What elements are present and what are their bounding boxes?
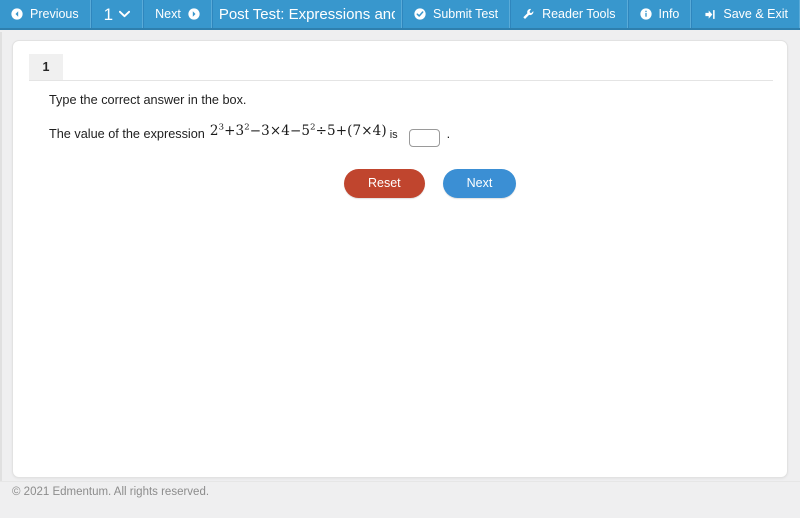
expr-term: 32 bbox=[235, 122, 250, 139]
sentence-middle: is bbox=[389, 129, 398, 141]
sentence-prefix: The value of the expression bbox=[49, 127, 205, 141]
test-title: Post Test: Expressions and Equ bbox=[211, 0, 402, 28]
info-circle-icon bbox=[639, 8, 652, 20]
footer-copyright: © 2021 Edmentum. All rights reserved. bbox=[12, 486, 210, 498]
expr-op: − bbox=[289, 123, 302, 139]
circle-arrow-left-icon bbox=[11, 8, 23, 20]
expr-op: × bbox=[269, 123, 282, 139]
expr-op: + bbox=[335, 123, 348, 139]
expr-term: 3 bbox=[261, 123, 270, 139]
circle-arrow-right-icon bbox=[188, 8, 200, 20]
expr-term: 23 bbox=[209, 122, 225, 139]
previous-label: Previous bbox=[30, 7, 79, 21]
expr-term: 5 bbox=[327, 123, 336, 139]
expr-op: − bbox=[249, 123, 262, 139]
question-sentence: The value of the expression 23+32−3×4−52… bbox=[49, 123, 451, 147]
info-label: Info bbox=[658, 7, 680, 21]
expr-term: 52 bbox=[301, 122, 316, 139]
check-circle-icon bbox=[414, 8, 426, 20]
math-expression: 23+32−3×4−52÷5+(7×4) bbox=[210, 123, 387, 139]
submit-test-label: Submit Test bbox=[433, 7, 499, 21]
submit-test-button[interactable]: Submit Test bbox=[402, 0, 511, 28]
expr-op: ÷ bbox=[315, 123, 328, 139]
page-left-edge bbox=[0, 32, 2, 482]
test-title-text: Post Test: Expressions and Equ bbox=[218, 5, 395, 23]
reader-tools-label: Reader Tools bbox=[542, 7, 616, 21]
question-number-tab: 1 bbox=[29, 54, 63, 80]
answer-input[interactable] bbox=[408, 129, 440, 147]
expr-term: (7×4) bbox=[347, 123, 387, 139]
chevron-down-icon bbox=[119, 10, 131, 18]
expr-op: + bbox=[224, 123, 236, 139]
previous-button[interactable]: Previous bbox=[0, 0, 91, 28]
next-label-toolbar: Next bbox=[155, 7, 181, 21]
info-button[interactable]: Info bbox=[627, 0, 692, 28]
page-selector[interactable]: 1 bbox=[90, 0, 144, 28]
save-exit-label: Save & Exit bbox=[723, 7, 788, 21]
footer-divider bbox=[0, 481, 800, 482]
page-number: 1 bbox=[103, 4, 114, 24]
wrench-icon bbox=[522, 8, 535, 21]
top-toolbar: Previous 1 Next Post Test: Expressions a… bbox=[0, 0, 800, 30]
reset-button[interactable]: Reset bbox=[344, 169, 425, 198]
question-number: 1 bbox=[42, 60, 50, 74]
sentence-suffix: . bbox=[446, 127, 451, 141]
question-card: 1 Type the correct answer in the box. Th… bbox=[12, 40, 788, 478]
reader-tools-button[interactable]: Reader Tools bbox=[510, 0, 628, 28]
next-button-toolbar[interactable]: Next bbox=[143, 0, 212, 28]
next-button[interactable]: Next bbox=[442, 169, 517, 198]
expr-term: 4 bbox=[281, 123, 290, 139]
save-exit-button[interactable]: Save & Exit bbox=[691, 0, 800, 28]
sign-out-icon bbox=[703, 8, 716, 21]
action-buttons: Reset Next bbox=[344, 169, 517, 198]
question-prompt: Type the correct answer in the box. bbox=[49, 93, 247, 107]
card-divider bbox=[29, 80, 773, 81]
